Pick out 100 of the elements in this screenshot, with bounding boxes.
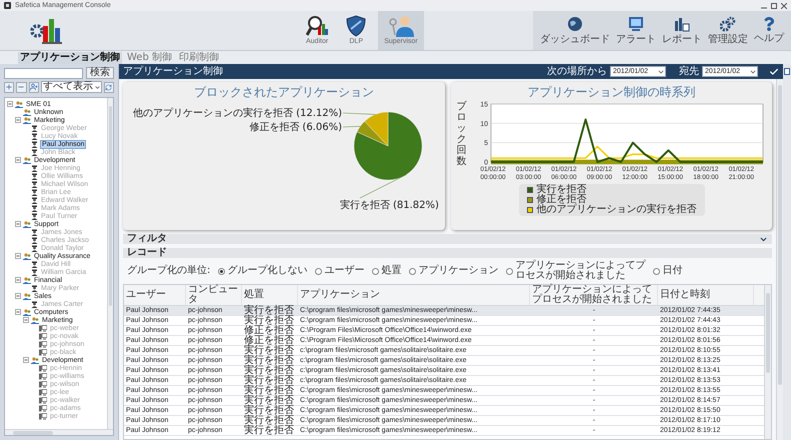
pie-label: 実行を拒否 (81.82%) <box>340 200 439 211</box>
user-group-icon <box>23 292 31 300</box>
radio-label: 処置 <box>381 266 402 276</box>
table-cell-text: 実行を拒否 <box>243 426 295 435</box>
monitor-icon <box>628 16 644 32</box>
plus-icon <box>5 83 14 91</box>
user-plus-icon <box>30 83 38 91</box>
collapse-icon[interactable] <box>23 317 29 323</box>
column-header[interactable]: アプリケーション <box>298 285 530 305</box>
collapse-icon[interactable] <box>15 293 21 299</box>
table-cell-text: 実行を拒否 <box>243 316 295 325</box>
axis-title: ブロック回数 <box>456 101 466 167</box>
leader-line <box>342 112 376 115</box>
section-header: レコード <box>123 248 772 258</box>
from-label: 次の場所から <box>547 66 607 78</box>
user-group-icon <box>23 252 31 260</box>
legend-label: 他のアプリケーションの実行を拒否 <box>536 205 696 215</box>
caret-icon <box>94 84 101 90</box>
radio-label: 日付 <box>662 266 682 276</box>
collapse-icon[interactable] <box>15 157 21 163</box>
panel-icon[interactable] <box>784 68 790 75</box>
globe-icon <box>567 16 583 32</box>
pie-label: 修正を拒否 (6.06%) <box>249 122 342 133</box>
leader-line <box>342 126 361 128</box>
collapse-icon[interactable] <box>15 309 21 315</box>
radio-button[interactable] <box>653 268 660 274</box>
user-group-icon <box>23 276 31 284</box>
tool-button[interactable]: アラート <box>613 11 659 50</box>
user-group-icon <box>31 356 39 364</box>
search-button[interactable]: 検索 <box>86 67 114 79</box>
column-header[interactable]: ユーザー <box>124 285 186 305</box>
radio-button[interactable] <box>409 268 416 274</box>
scrollbar[interactable] <box>107 98 113 429</box>
pie-label: 他のアプリケーションの実行を拒否 (12.12%) <box>133 108 342 119</box>
column-header[interactable]: 日付と時刻 <box>658 285 754 305</box>
user-group-icon <box>23 220 31 228</box>
radio-label: アプリケーション <box>418 266 498 276</box>
app-icon <box>4 2 11 9</box>
group-by-label: グループ化の単位: <box>127 266 210 276</box>
collapse-icon[interactable] <box>7 101 13 107</box>
user-icon <box>31 284 38 292</box>
scrollbar[interactable] <box>776 79 783 440</box>
chart-title: アプリケーション制御の時系列 <box>528 85 696 100</box>
radio-button[interactable] <box>315 268 322 274</box>
tab[interactable]: アプリケーション制御 <box>18 52 122 64</box>
tool-button[interactable]: 管理設定 <box>705 11 751 50</box>
refresh-button[interactable] <box>104 82 114 92</box>
table-cell-text: 修正を拒否 <box>243 336 295 345</box>
table-cell-text: 実行を拒否 <box>243 406 295 415</box>
check-icon[interactable] <box>769 66 779 76</box>
add-button[interactable] <box>4 82 14 92</box>
table-cell-text: 実行を拒否 <box>243 356 295 365</box>
column-header[interactable]: コンピュータ <box>186 285 242 305</box>
tool-button[interactable]: レポート <box>659 11 705 50</box>
search-field[interactable] <box>4 68 83 78</box>
column-header[interactable]: アプリケーションによってプロセスが開始されました <box>530 285 658 305</box>
chart-title: ブロックされたアプリケーション <box>194 85 374 100</box>
view-select[interactable]: すべて表示 <box>40 81 102 93</box>
add-user-button[interactable] <box>28 82 39 92</box>
tab[interactable]: 印刷制御 <box>176 52 221 64</box>
table-cell-text: 実行を拒否 <box>243 416 295 425</box>
settings-icon <box>720 16 736 32</box>
tab[interactable]: Web 制御 <box>125 52 174 64</box>
collapse-icon[interactable] <box>15 253 21 259</box>
leader-line <box>360 174 407 198</box>
table-cell-text: 実行を拒否 <box>243 366 295 375</box>
radio-label: グループ化しない <box>227 266 308 276</box>
table-cell-text: 実行を拒否 <box>243 396 295 405</box>
logo-icon <box>30 18 64 44</box>
column-header[interactable]: 処置 <box>242 285 298 305</box>
tool-button[interactable]: ヘルプ <box>751 11 787 50</box>
maximize-icon[interactable] <box>771 2 777 8</box>
scroll-thumb[interactable] <box>109 106 112 306</box>
scroll-thumb[interactable] <box>13 430 53 434</box>
page-title: アプリケーション制御 <box>123 66 223 78</box>
radio-button[interactable] <box>372 268 380 274</box>
collapse-icon[interactable] <box>23 357 29 363</box>
shield-icon <box>346 14 366 36</box>
radio-label: アプリケーションによってプロセスが開始されました <box>515 261 646 281</box>
table-cell-text: 修正を拒否 <box>243 326 295 335</box>
radio-button[interactable] <box>506 268 514 274</box>
report-chart-icon <box>674 16 690 32</box>
collapse-icon[interactable] <box>15 221 21 227</box>
horizontal-scrollbar[interactable] <box>5 429 113 435</box>
table-cell-text: 実行を拒否 <box>243 376 295 385</box>
refresh-icon <box>105 84 112 90</box>
close-icon[interactable] <box>781 2 787 8</box>
remove-button[interactable] <box>16 82 26 92</box>
collapse-icon[interactable] <box>15 117 21 123</box>
tool-button[interactable]: ダッシュボード <box>537 11 613 50</box>
user-group-icon <box>23 156 31 164</box>
table-cell-text: 実行を拒否 <box>243 346 295 355</box>
filter-bar[interactable]: フィルタ <box>123 234 772 244</box>
scrollbar[interactable] <box>764 285 771 439</box>
radio-button[interactable] <box>218 268 226 274</box>
to-label: 宛先 <box>679 66 699 78</box>
collapse-icon[interactable] <box>15 277 21 283</box>
legend-label: 修正を拒否 <box>536 195 586 205</box>
table-cell-text: 実行を拒否 <box>243 386 295 395</box>
magnifier-icon <box>306 14 328 36</box>
